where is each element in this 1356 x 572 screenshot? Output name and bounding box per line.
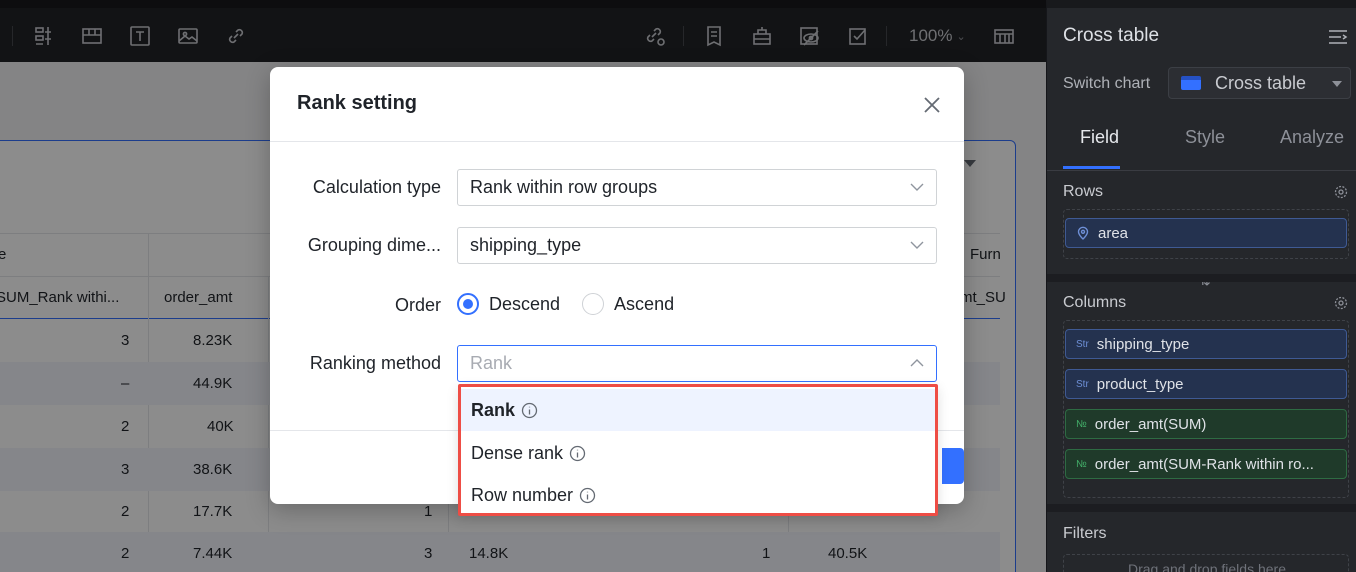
column-field-name: product_type: [1096, 375, 1184, 393]
radio-unchecked[interactable]: [582, 293, 605, 315]
rows-settings-gear-icon[interactable]: [1334, 185, 1348, 199]
option-row-number[interactable]: Row number: [461, 474, 935, 516]
panel-menu-icon[interactable]: [1328, 28, 1348, 46]
tab-analyze[interactable]: Analyze: [1280, 127, 1344, 148]
tab-style[interactable]: Style: [1185, 127, 1225, 148]
section-divider: [1047, 274, 1356, 282]
column-field-name: shipping_type: [1096, 335, 1190, 353]
chart-settings-panel: Cross table Switch chart Cross table Fie…: [1046, 0, 1356, 572]
columns-section-label: Columns: [1063, 294, 1127, 311]
filters-section-label: Filters: [1063, 525, 1107, 542]
order-ascend-label: Ascend: [614, 293, 675, 314]
ranking-method-select[interactable]: Rank: [457, 345, 937, 382]
option-label: Dense rank: [471, 442, 564, 463]
number-type-tag: №: [1076, 458, 1087, 470]
switch-chart-label: Switch chart: [1063, 75, 1151, 92]
ranking-method-label: Ranking method: [309, 353, 441, 373]
option-label: Row number: [471, 484, 574, 505]
ranking-method-dropdown: Rank Dense rank Row number: [458, 384, 938, 516]
ranking-method-placeholder: Rank: [470, 353, 513, 373]
filters-drop-placeholder: Drag and drop fields here: [1128, 561, 1286, 572]
panel-title: Cross table: [1063, 25, 1160, 46]
radio-checked[interactable]: [457, 293, 479, 315]
confirm-button[interactable]: [942, 448, 964, 484]
row-field-pill[interactable]: area: [1065, 218, 1347, 248]
location-icon: [1077, 226, 1089, 240]
cross-table-chart-icon: [1181, 76, 1201, 90]
order-radio-group: Descend Ascend: [457, 293, 696, 315]
column-field-pill[interactable]: Str shipping_type: [1065, 329, 1347, 359]
string-type-tag: Str: [1076, 378, 1089, 390]
grouping-dimension-value: shipping_type: [470, 235, 582, 255]
measure-field-name: order_amt(SUM-Rank within ro...: [1094, 455, 1314, 473]
switch-chart-select[interactable]: Cross table: [1168, 67, 1351, 99]
chevron-down-icon: [910, 183, 924, 191]
option-dense-rank[interactable]: Dense rank: [461, 432, 935, 474]
order-label: Order: [394, 295, 441, 315]
dialog-title: Rank setting: [297, 92, 418, 114]
caret-down-icon: [1332, 81, 1342, 87]
chevron-up-icon: [910, 359, 924, 367]
measure-field-pill[interactable]: № order_amt(SUM): [1065, 409, 1347, 439]
info-icon[interactable]: [579, 487, 596, 504]
string-type-tag: Str: [1076, 338, 1089, 350]
calculation-type-label: Calculation type: [312, 177, 441, 197]
order-descend-label: Descend: [489, 293, 561, 314]
panel-tabs: Field Style Analyze: [1047, 121, 1356, 171]
column-field-pill[interactable]: Str product_type: [1065, 369, 1347, 399]
row-field-name: area: [1098, 224, 1129, 242]
grouping-dimension-select[interactable]: shipping_type: [457, 227, 937, 264]
option-label: Rank: [471, 399, 516, 420]
measure-field-name: order_amt(SUM): [1094, 415, 1207, 433]
calculation-type-select[interactable]: Rank within row groups: [457, 169, 937, 206]
calculation-type-value: Rank within row groups: [470, 177, 658, 197]
order-ascend-option[interactable]: Ascend: [582, 293, 674, 315]
dialog-header-divider: [270, 141, 964, 142]
chevron-down-icon: [910, 241, 924, 249]
info-icon[interactable]: [569, 445, 586, 462]
active-tab-indicator: [1063, 166, 1120, 169]
tab-field[interactable]: Field: [1080, 127, 1119, 148]
measure-field-pill[interactable]: № order_amt(SUM-Rank within ro...: [1065, 449, 1347, 479]
order-descend-option[interactable]: Descend: [457, 293, 560, 315]
switch-chart-value: Cross table: [1215, 72, 1307, 93]
info-icon[interactable]: [521, 402, 538, 419]
option-rank[interactable]: Rank: [461, 389, 935, 431]
section-divider: [1047, 504, 1356, 512]
close-icon[interactable]: [921, 94, 943, 116]
filters-drop-zone[interactable]: Drag and drop fields here: [1063, 554, 1349, 572]
rows-section-label: Rows: [1063, 183, 1104, 200]
number-type-tag: №: [1076, 418, 1087, 430]
grouping-dimension-label: Grouping dime...: [307, 235, 441, 255]
columns-settings-gear-icon[interactable]: [1334, 296, 1348, 310]
